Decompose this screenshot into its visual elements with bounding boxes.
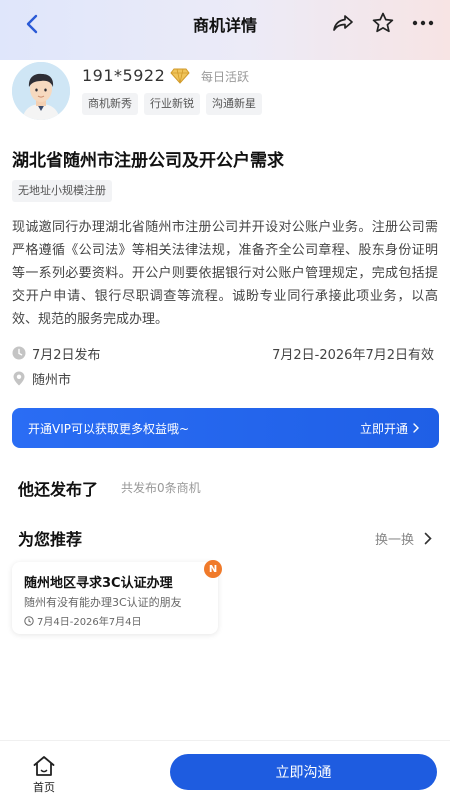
- others-count: 共发布0条商机: [121, 481, 201, 495]
- home-tab[interactable]: 首页: [22, 755, 66, 795]
- others-section-title: 他还发布了: [18, 480, 99, 499]
- user-tag: 沟通新星: [206, 93, 262, 115]
- avatar[interactable]: [12, 62, 70, 120]
- nav-bar: 商机详情: [0, 0, 450, 48]
- valid-range: 7月2日-2026年7月2日有效: [272, 348, 434, 363]
- post-tag: 无地址小规模注册: [12, 180, 112, 202]
- chevron-right-icon: [413, 423, 419, 433]
- post-title: 湖北省随州市注册公司及开公户需求: [12, 151, 284, 171]
- clock-icon: [12, 346, 26, 360]
- vip-banner-text: 开通VIP可以获取更多权益哦~: [28, 421, 190, 436]
- recommend-card-date: 7月4日-2026年7月4日: [37, 617, 142, 628]
- vip-open-button[interactable]: 立即开通: [360, 420, 419, 437]
- new-badge: N: [204, 560, 222, 578]
- contact-button[interactable]: 立即沟通: [170, 754, 437, 790]
- back-icon: [26, 14, 38, 34]
- vip-open-label: 立即开通: [359, 421, 408, 436]
- user-tag: 行业新锐: [144, 93, 200, 115]
- clock-icon: [24, 615, 34, 626]
- diamond-icon: [170, 68, 190, 84]
- share-icon: [333, 15, 353, 31]
- chevron-right-icon: [424, 532, 432, 545]
- recommend-card-title: 随州地区寻求3C认证办理: [24, 576, 173, 591]
- user-info: 191*5922 每日活跃 商机新秀 行业新锐 沟通新星: [12, 62, 438, 122]
- more-icon: [412, 20, 434, 26]
- recommend-card-date-row: 7月4日-2026年7月4日: [24, 613, 142, 628]
- swap-label: 换一换: [374, 533, 414, 548]
- user-tag: 商机新秀: [82, 93, 138, 115]
- recommend-section-title: 为您推荐: [18, 530, 83, 549]
- user-phone: 191*5922: [82, 66, 166, 85]
- post-description: 现诚邀同行办理湖北省随州市注册公司并开设对公账户业务。注册公司需严格遵循《公司法…: [12, 220, 438, 327]
- recommend-card[interactable]: 随州地区寻求3C认证办理 随州有没有能办理3C认证的朋友 7月4日-2026年7…: [12, 560, 222, 634]
- publish-date: 7月2日发布: [32, 347, 101, 363]
- bottom-bar: 首页 立即沟通: [0, 740, 450, 800]
- favorite-button[interactable]: [370, 10, 396, 36]
- swap-button[interactable]: 换一换: [375, 529, 432, 548]
- home-icon: [33, 756, 55, 776]
- user-tags: 商机新秀 行业新锐 沟通新星: [82, 93, 262, 115]
- location-text: 随州市: [32, 372, 72, 388]
- home-tab-label: 首页: [33, 781, 55, 794]
- recommend-card-desc: 随州有没有能办理3C认证的朋友: [24, 596, 182, 609]
- share-button[interactable]: [330, 10, 356, 36]
- star-icon: [372, 12, 394, 33]
- publish-row: 7月2日发布 7月2日-2026年7月2日有效: [12, 343, 438, 363]
- user-avatar-icon: [12, 62, 70, 120]
- page-title: 商机详情: [192, 16, 257, 35]
- more-button[interactable]: [410, 10, 436, 36]
- activity-label: 每日活跃: [201, 70, 250, 84]
- back-button[interactable]: [20, 12, 44, 36]
- location-row: 随州市: [12, 368, 438, 388]
- nav-actions: [330, 10, 436, 36]
- location-icon: [12, 371, 26, 385]
- vip-banner[interactable]: 开通VIP可以获取更多权益哦~ 立即开通: [12, 408, 439, 448]
